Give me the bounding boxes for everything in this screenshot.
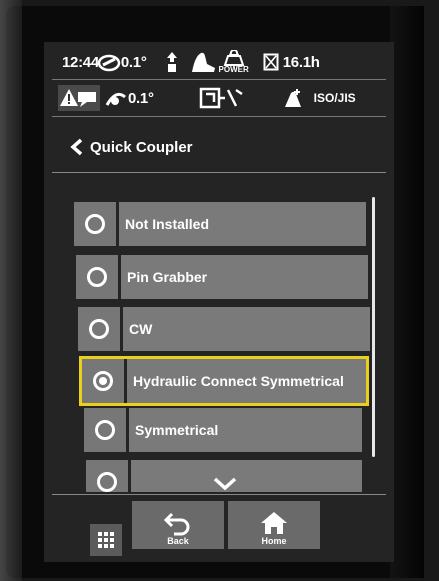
option-label: Hydraulic Connect Symmetrical bbox=[127, 359, 366, 403]
back-button[interactable]: Back bbox=[132, 501, 224, 549]
option-label bbox=[131, 460, 362, 492]
option-pin-grabber[interactable]: Pin Grabber bbox=[76, 255, 368, 299]
tilt-machine-icon bbox=[97, 51, 121, 73]
control-pattern-label: ISO/JIS bbox=[313, 91, 356, 105]
page-title: Quick Coupler bbox=[90, 138, 193, 156]
radio-circle-icon bbox=[97, 472, 117, 492]
menu-grid-button[interactable] bbox=[90, 524, 122, 556]
option-cw[interactable]: CW bbox=[78, 307, 370, 351]
clock-time: 12:44 bbox=[62, 53, 99, 71]
background-reflection bbox=[0, 0, 22, 581]
option-not-installed[interactable]: Not Installed bbox=[74, 202, 366, 246]
screen-title-bar: Quick Coupler bbox=[44, 126, 394, 168]
radio-circle-icon bbox=[85, 214, 105, 234]
radio-button[interactable] bbox=[86, 460, 128, 492]
undo-arrow-icon bbox=[163, 512, 190, 536]
radio-circle-icon bbox=[95, 420, 115, 440]
status-divider-2 bbox=[52, 116, 386, 117]
radio-selected-icon bbox=[93, 371, 113, 391]
radio-button[interactable] bbox=[76, 255, 118, 299]
status-divider bbox=[52, 79, 386, 80]
back-chevron-icon[interactable] bbox=[70, 138, 84, 156]
option-symmetrical[interactable]: Symmetrical bbox=[84, 408, 362, 452]
hour-meter-icon bbox=[263, 53, 279, 71]
home-button-label: Home bbox=[261, 536, 287, 546]
display-screen: 12:44 0.1° POWER 16.1h 0.1° ISO/JIS Quic… bbox=[44, 42, 394, 562]
device-bezel-edge bbox=[390, 6, 424, 578]
radio-button[interactable] bbox=[84, 408, 126, 452]
tilt-angle-value: 0.1° bbox=[120, 53, 147, 71]
power-weight-icon bbox=[223, 50, 245, 66]
radio-button[interactable] bbox=[78, 307, 120, 351]
option-label: Not Installed bbox=[119, 202, 366, 246]
option-label: CW bbox=[123, 307, 370, 351]
home-icon bbox=[261, 512, 287, 534]
warning-message-icon[interactable] bbox=[58, 85, 100, 111]
power-mode-label: POWER bbox=[218, 65, 249, 74]
radio-circle-icon bbox=[87, 267, 107, 287]
scroll-down-chevron-icon[interactable] bbox=[212, 476, 238, 492]
option-hydraulic-connect-symmetrical[interactable]: Hydraulic Connect Symmetrical bbox=[79, 356, 369, 406]
status-bar-top: 12:44 0.1° POWER 16.1h bbox=[44, 46, 394, 78]
swing-angle-value: 0.1° bbox=[128, 89, 154, 107]
home-button[interactable]: Home bbox=[228, 501, 320, 549]
attachment-mode-icon bbox=[198, 86, 244, 110]
hour-meter-value: 16.1h bbox=[282, 53, 320, 71]
radio-button[interactable] bbox=[74, 202, 116, 246]
swing-angle-icon bbox=[104, 87, 128, 109]
grid-icon bbox=[98, 532, 114, 548]
upload-boom-icon bbox=[165, 51, 179, 73]
bottom-divider bbox=[52, 494, 386, 495]
title-divider bbox=[52, 172, 386, 173]
power-mode-indicator: POWER bbox=[219, 50, 249, 74]
coupler-option-list: Not Installed Pin Grabber CW Hydraulic C… bbox=[44, 182, 394, 492]
list-scrollbar[interactable] bbox=[372, 197, 375, 457]
option-label: Symmetrical bbox=[129, 408, 362, 452]
back-button-label: Back bbox=[167, 536, 189, 546]
radio-button[interactable] bbox=[82, 359, 124, 403]
operator-seat-icon bbox=[189, 50, 217, 74]
radio-circle-icon bbox=[89, 319, 109, 339]
control-pattern-icon bbox=[282, 87, 304, 109]
option-label: Pin Grabber bbox=[121, 255, 368, 299]
status-bar-bottom: 0.1° ISO/JIS bbox=[44, 82, 394, 114]
